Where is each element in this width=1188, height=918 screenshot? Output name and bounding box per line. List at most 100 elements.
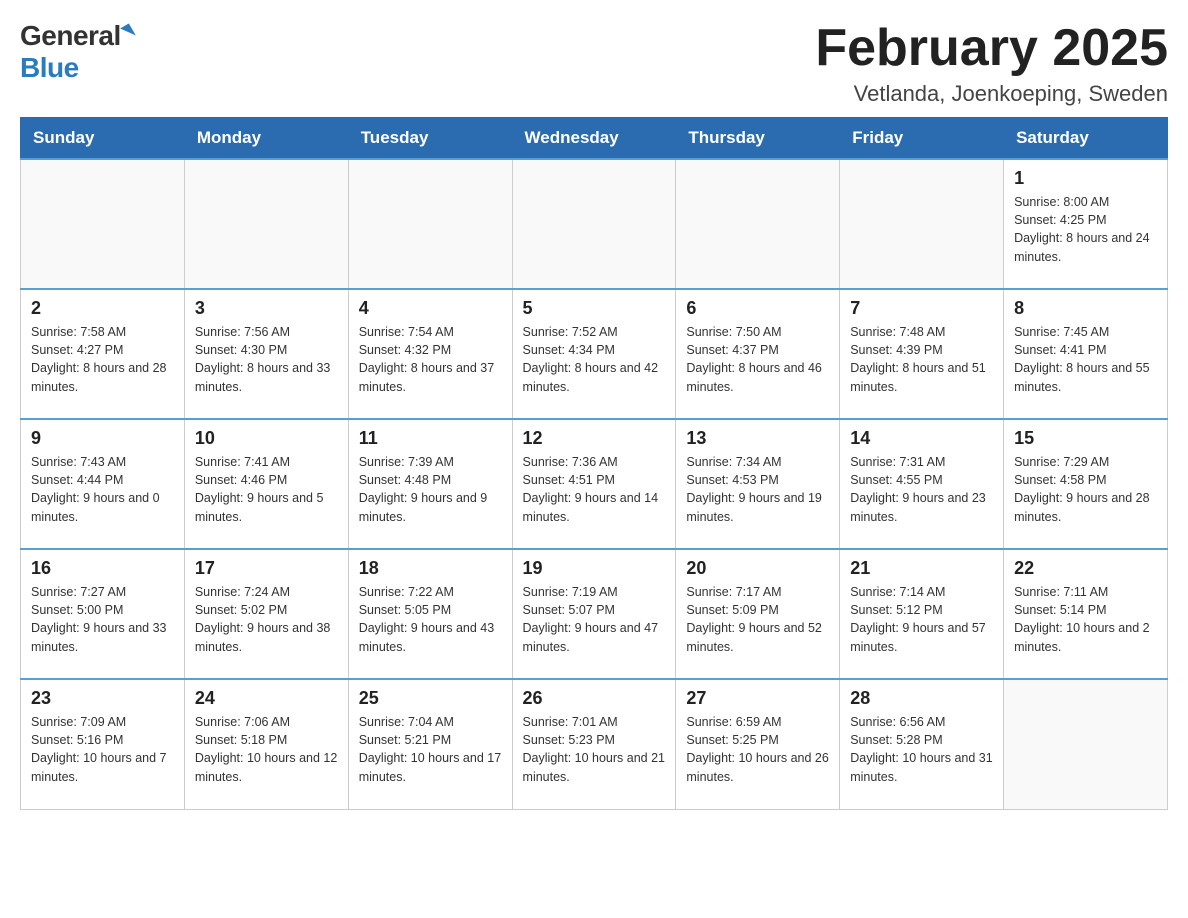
day-info: Sunrise: 7:29 AMSunset: 4:58 PMDaylight:… [1014,453,1157,526]
week-row-5: 23Sunrise: 7:09 AMSunset: 5:16 PMDayligh… [21,679,1168,809]
calendar-cell: 22 Sunrise: 7:11 AMSunset: 5:14 PMDayligh… [1004,549,1168,679]
day-info: Sunrise: 7:43 AMSunset: 4:44 PMDaylight:… [31,453,174,526]
calendar-cell [512,159,676,289]
day-number: 10 [195,428,338,449]
day-info: Sunrise: 7:17 AMSunset: 5:09 PMDaylight:… [686,583,829,656]
day-number: 4 [359,298,502,319]
calendar-cell: 3Sunrise: 7:56 AMSunset: 4:30 PMDaylight… [184,289,348,419]
calendar-subtitle: Vetlanda, Joenkoeping, Sweden [815,81,1168,107]
calendar-cell: 28 Sunrise: 6:56 AMSunset: 5:28 PMDayligh… [840,679,1004,809]
day-number: 7 [850,298,993,319]
calendar-cell [348,159,512,289]
day-number: 21 [850,558,993,579]
day-number: 16 [31,558,174,579]
week-row-4: 16 Sunrise: 7:27 AMSunset: 5:00 PMDayligh… [21,549,1168,679]
day-info: Sunrise: 7:48 AMSunset: 4:39 PMDaylight:… [850,323,993,396]
weekday-header-monday: Monday [184,118,348,160]
day-number: 11 [359,428,502,449]
day-number: 8 [1014,298,1157,319]
week-row-3: 9 Sunrise: 7:43 AMSunset: 4:44 PMDaylight… [21,419,1168,549]
day-number: 2 [31,298,174,319]
calendar-cell [1004,679,1168,809]
day-info: Sunrise: 7:58 AMSunset: 4:27 PMDaylight:… [31,323,174,396]
calendar-cell: 10 Sunrise: 7:41 AMSunset: 4:46 PMDayligh… [184,419,348,549]
day-info: Sunrise: 7:11 AMSunset: 5:14 PMDaylight:… [1014,583,1157,656]
title-block: February 2025 Vetlanda, Joenkoeping, Swe… [815,20,1168,107]
calendar-cell: 13 Sunrise: 7:34 AMSunset: 4:53 PMDayligh… [676,419,840,549]
day-info: Sunrise: 7:54 AMSunset: 4:32 PMDaylight:… [359,323,502,396]
day-number: 18 [359,558,502,579]
week-row-2: 2 Sunrise: 7:58 AMSunset: 4:27 PMDaylight… [21,289,1168,419]
weekday-header-friday: Friday [840,118,1004,160]
calendar-cell: 25 Sunrise: 7:04 AMSunset: 5:21 PMDayligh… [348,679,512,809]
calendar-cell: 16 Sunrise: 7:27 AMSunset: 5:00 PMDayligh… [21,549,185,679]
calendar-cell: 20Sunrise: 7:17 AMSunset: 5:09 PMDayligh… [676,549,840,679]
week-row-1: 1 Sunrise: 8:00 AMSunset: 4:25 PMDaylight… [21,159,1168,289]
day-info: Sunrise: 7:06 AMSunset: 5:18 PMDaylight:… [195,713,338,786]
day-number: 3 [195,298,338,319]
weekday-header-saturday: Saturday [1004,118,1168,160]
day-number: 28 [850,688,993,709]
day-number: 24 [195,688,338,709]
day-number: 27 [686,688,829,709]
day-info: Sunrise: 7:50 AMSunset: 4:37 PMDaylight:… [686,323,829,396]
logo-general-text: General [20,20,121,52]
day-info: Sunrise: 7:52 AMSunset: 4:34 PMDaylight:… [523,323,666,396]
calendar-cell: 19 Sunrise: 7:19 AMSunset: 5:07 PMDayligh… [512,549,676,679]
day-info: Sunrise: 6:59 AMSunset: 5:25 PMDaylight:… [686,713,829,786]
day-number: 12 [523,428,666,449]
day-number: 13 [686,428,829,449]
calendar-cell: 5Sunrise: 7:52 AMSunset: 4:34 PMDaylight… [512,289,676,419]
day-info: Sunrise: 7:24 AMSunset: 5:02 PMDaylight:… [195,583,338,656]
day-number: 19 [523,558,666,579]
calendar-cell: 27 Sunrise: 6:59 AMSunset: 5:25 PMDayligh… [676,679,840,809]
calendar-cell: 18 Sunrise: 7:22 AMSunset: 5:05 PMDayligh… [348,549,512,679]
calendar-cell: 7 Sunrise: 7:48 AMSunset: 4:39 PMDaylight… [840,289,1004,419]
day-info: Sunrise: 7:22 AMSunset: 5:05 PMDaylight:… [359,583,502,656]
day-info: Sunrise: 7:19 AMSunset: 5:07 PMDaylight:… [523,583,666,656]
day-info: Sunrise: 7:45 AMSunset: 4:41 PMDaylight:… [1014,323,1157,396]
day-info: Sunrise: 7:27 AMSunset: 5:00 PMDaylight:… [31,583,174,656]
logo: General Blue [20,20,133,84]
day-number: 26 [523,688,666,709]
calendar-cell: 1 Sunrise: 8:00 AMSunset: 4:25 PMDaylight… [1004,159,1168,289]
calendar-cell [676,159,840,289]
calendar-cell: 24 Sunrise: 7:06 AMSunset: 5:18 PMDayligh… [184,679,348,809]
calendar-cell: 4 Sunrise: 7:54 AMSunset: 4:32 PMDaylight… [348,289,512,419]
day-info: Sunrise: 7:04 AMSunset: 5:21 PMDaylight:… [359,713,502,786]
calendar-cell [184,159,348,289]
weekday-header-row: SundayMondayTuesdayWednesdayThursdayFrid… [21,118,1168,160]
day-info: Sunrise: 7:01 AMSunset: 5:23 PMDaylight:… [523,713,666,786]
logo-blue-text: Blue [20,52,79,84]
page-header: General Blue February 2025 Vetlanda, Joe… [20,20,1168,107]
day-info: Sunrise: 7:09 AMSunset: 5:16 PMDaylight:… [31,713,174,786]
calendar-table: SundayMondayTuesdayWednesdayThursdayFrid… [20,117,1168,810]
day-info: Sunrise: 8:00 AMSunset: 4:25 PMDaylight:… [1014,193,1157,266]
day-number: 25 [359,688,502,709]
calendar-cell: 11 Sunrise: 7:39 AMSunset: 4:48 PMDayligh… [348,419,512,549]
calendar-cell: 9 Sunrise: 7:43 AMSunset: 4:44 PMDaylight… [21,419,185,549]
day-info: Sunrise: 7:34 AMSunset: 4:53 PMDaylight:… [686,453,829,526]
day-number: 22 [1014,558,1157,579]
weekday-header-wednesday: Wednesday [512,118,676,160]
day-info: Sunrise: 6:56 AMSunset: 5:28 PMDaylight:… [850,713,993,786]
calendar-cell: 23Sunrise: 7:09 AMSunset: 5:16 PMDayligh… [21,679,185,809]
logo-arrow-icon [120,23,136,40]
calendar-cell: 14 Sunrise: 7:31 AMSunset: 4:55 PMDayligh… [840,419,1004,549]
calendar-cell [840,159,1004,289]
day-number: 17 [195,558,338,579]
weekday-header-thursday: Thursday [676,118,840,160]
calendar-cell: 8 Sunrise: 7:45 AMSunset: 4:41 PMDaylight… [1004,289,1168,419]
calendar-cell: 21Sunrise: 7:14 AMSunset: 5:12 PMDayligh… [840,549,1004,679]
day-number: 9 [31,428,174,449]
day-number: 1 [1014,168,1157,189]
calendar-cell: 6Sunrise: 7:50 AMSunset: 4:37 PMDaylight… [676,289,840,419]
weekday-header-sunday: Sunday [21,118,185,160]
day-number: 15 [1014,428,1157,449]
day-info: Sunrise: 7:39 AMSunset: 4:48 PMDaylight:… [359,453,502,526]
day-number: 14 [850,428,993,449]
calendar-cell: 17 Sunrise: 7:24 AMSunset: 5:02 PMDayligh… [184,549,348,679]
weekday-header-tuesday: Tuesday [348,118,512,160]
day-info: Sunrise: 7:41 AMSunset: 4:46 PMDaylight:… [195,453,338,526]
day-info: Sunrise: 7:31 AMSunset: 4:55 PMDaylight:… [850,453,993,526]
